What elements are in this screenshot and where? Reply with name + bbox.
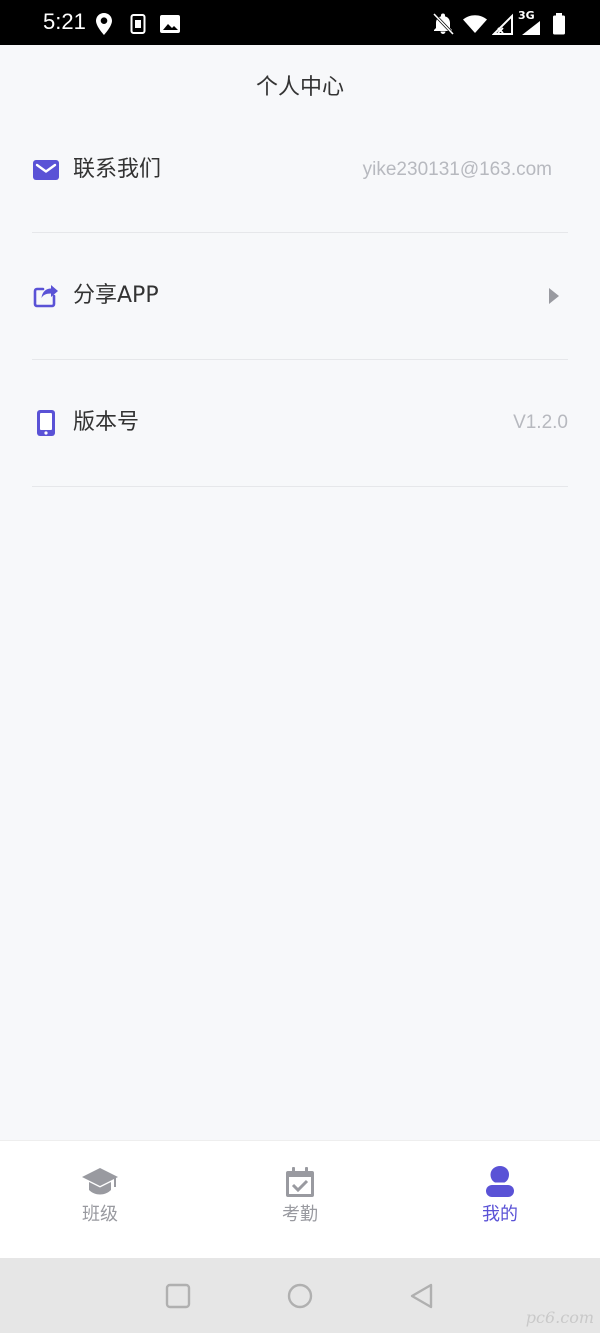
status-bar: 5:21 3G (0, 0, 600, 45)
menu-row-version[interactable]: 版本号 V1.2.0 (32, 393, 568, 453)
share-icon (32, 282, 60, 310)
divider (32, 486, 568, 487)
divider (32, 359, 568, 360)
bottom-tab-bar: 班级 考勤 我的 (0, 1140, 600, 1259)
tab-attendance[interactable]: 考勤 (240, 1161, 360, 1231)
tab-mine[interactable]: 我的 (440, 1161, 560, 1231)
recent-apps-icon[interactable] (164, 1282, 192, 1310)
image-icon (159, 12, 181, 36)
calendar-check-icon (280, 1165, 320, 1199)
page-title: 个人中心 (255, 75, 344, 100)
bell-off-icon (432, 12, 454, 36)
signal-3g-icon (520, 20, 542, 44)
tab-label: 我的 (482, 1204, 518, 1225)
version-value: V1.2.0 (513, 412, 568, 433)
divider (32, 232, 568, 233)
wifi-icon (462, 12, 488, 36)
menu-row-contact[interactable]: 联系我们 yike230131@163.com (32, 140, 568, 200)
share-label: 分享APP (73, 283, 159, 308)
tab-label: 考勤 (282, 1204, 318, 1225)
graduation-cap-icon (80, 1165, 120, 1199)
contact-label: 联系我们 (73, 157, 162, 182)
phone-icon (32, 409, 60, 437)
back-icon[interactable] (408, 1282, 436, 1310)
sim-icon (130, 12, 146, 36)
tab-class[interactable]: 班级 (40, 1161, 160, 1231)
version-label: 版本号 (73, 410, 140, 435)
status-time: 5:21 (43, 9, 86, 34)
contact-email: yike230131@163.com (362, 159, 552, 180)
signal-icon (492, 12, 514, 36)
battery-icon (551, 12, 567, 36)
system-nav-bar: pc6.com (0, 1258, 600, 1333)
chevron-right-icon (548, 287, 560, 305)
watermark: pc6.com (525, 1308, 594, 1327)
tab-label: 班级 (82, 1204, 118, 1225)
location-icon (94, 12, 114, 36)
mail-icon (32, 156, 60, 184)
home-icon[interactable] (286, 1282, 314, 1310)
menu-row-share[interactable]: 分享APP (32, 266, 568, 326)
person-icon (480, 1165, 520, 1199)
